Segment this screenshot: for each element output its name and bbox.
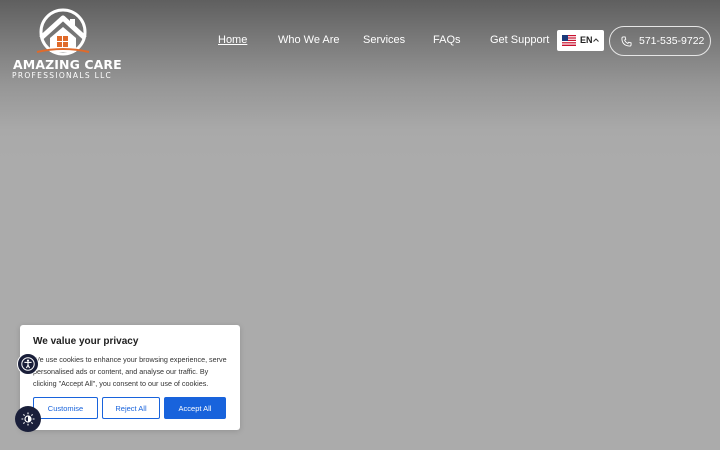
house-logo-icon xyxy=(36,8,90,56)
phone-icon xyxy=(621,36,632,47)
logo-text-primary: AMAZING CARE xyxy=(13,57,122,72)
nav-link-get-support[interactable]: Get Support xyxy=(490,34,549,46)
cookie-title: We value your privacy xyxy=(33,336,139,347)
nav-link-faqs[interactable]: FAQs xyxy=(433,34,461,46)
phone-button[interactable]: 571-535-9722 xyxy=(609,26,711,56)
chevron-up-icon xyxy=(593,38,599,42)
customise-button[interactable]: Customise xyxy=(33,397,98,419)
us-flag-icon xyxy=(562,35,576,46)
cookie-consent-banner: We value your privacy We use cookies to … xyxy=(20,325,240,430)
accessibility-button[interactable] xyxy=(17,353,39,375)
contrast-toggle-button[interactable] xyxy=(15,406,41,432)
reject-all-button[interactable]: Reject All xyxy=(102,397,160,419)
nav-link-services[interactable]: Services xyxy=(363,34,405,46)
nav-link-home[interactable]: Home xyxy=(218,34,247,46)
cookie-description: We use cookies to enhance your browsing … xyxy=(33,355,227,388)
phone-number: 571-535-9722 xyxy=(639,35,705,47)
nav-link-who-we-are[interactable]: Who We Are xyxy=(278,34,340,46)
contrast-toggle-icon xyxy=(21,412,35,426)
language-code: EN xyxy=(580,35,593,45)
accessibility-icon xyxy=(21,357,35,371)
logo-text-secondary: PROFESSIONALS LLC xyxy=(12,71,113,80)
accept-all-button[interactable]: Accept All xyxy=(164,397,226,419)
site-logo[interactable]: AMAZING CARE PROFESSIONALS LLC xyxy=(10,8,122,80)
language-selector[interactable]: EN xyxy=(557,30,604,51)
